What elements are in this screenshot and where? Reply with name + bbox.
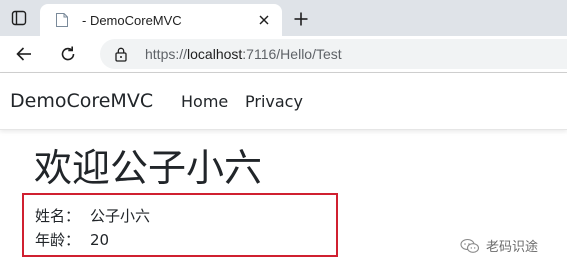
age-row: 年龄： 20 bbox=[35, 229, 109, 250]
browser-toolbar: https://localhost:7116/Hello/Test bbox=[0, 36, 567, 73]
age-label: 年龄： bbox=[35, 231, 81, 249]
reload-button[interactable] bbox=[56, 42, 80, 66]
tab-close-icon[interactable] bbox=[254, 10, 274, 30]
url-host: localhost bbox=[187, 46, 243, 62]
page-title: 欢迎公子小六 bbox=[34, 146, 263, 190]
age-value: 20 bbox=[90, 231, 110, 249]
name-label: 姓名： bbox=[35, 207, 81, 225]
name-row: 姓名： 公子小六 bbox=[35, 205, 150, 226]
reload-icon bbox=[61, 46, 75, 61]
watermark-text: 老码识途 bbox=[486, 240, 539, 255]
page-favicon-icon bbox=[54, 12, 70, 28]
watermark: 老码识途 bbox=[460, 236, 538, 255]
highlighted-info-box: 姓名： 公子小六 年龄： 20 bbox=[22, 193, 338, 257]
site-navbar: DemoCoreMVC Home Privacy bbox=[0, 73, 567, 130]
address-url: https://localhost:7116/Hello/Test bbox=[145, 46, 342, 62]
plus-icon bbox=[294, 12, 308, 26]
nav-link-privacy[interactable]: Privacy bbox=[245, 92, 303, 111]
url-scheme: https:// bbox=[145, 46, 188, 62]
browser-tab-strip: - DemoCoreMVC bbox=[0, 0, 567, 36]
url-path: :7116/Hello/Test bbox=[242, 46, 342, 62]
nav-link-home[interactable]: Home bbox=[181, 92, 228, 111]
lock-icon[interactable] bbox=[114, 46, 128, 62]
tab-title: - DemoCoreMVC bbox=[82, 12, 182, 28]
tab-actions-button[interactable] bbox=[6, 6, 32, 30]
chat-bubbles-icon bbox=[460, 238, 480, 254]
address-bar[interactable]: https://localhost:7116/Hello/Test bbox=[100, 39, 567, 69]
name-value: 公子小六 bbox=[90, 207, 151, 225]
back-button[interactable] bbox=[12, 42, 36, 66]
new-tab-button[interactable] bbox=[290, 8, 312, 30]
browser-tab-active[interactable]: - DemoCoreMVC bbox=[40, 4, 282, 36]
tab-actions-icon bbox=[11, 10, 27, 26]
back-arrow-icon bbox=[16, 47, 31, 61]
navbar-brand-link[interactable]: DemoCoreMVC bbox=[10, 90, 153, 112]
